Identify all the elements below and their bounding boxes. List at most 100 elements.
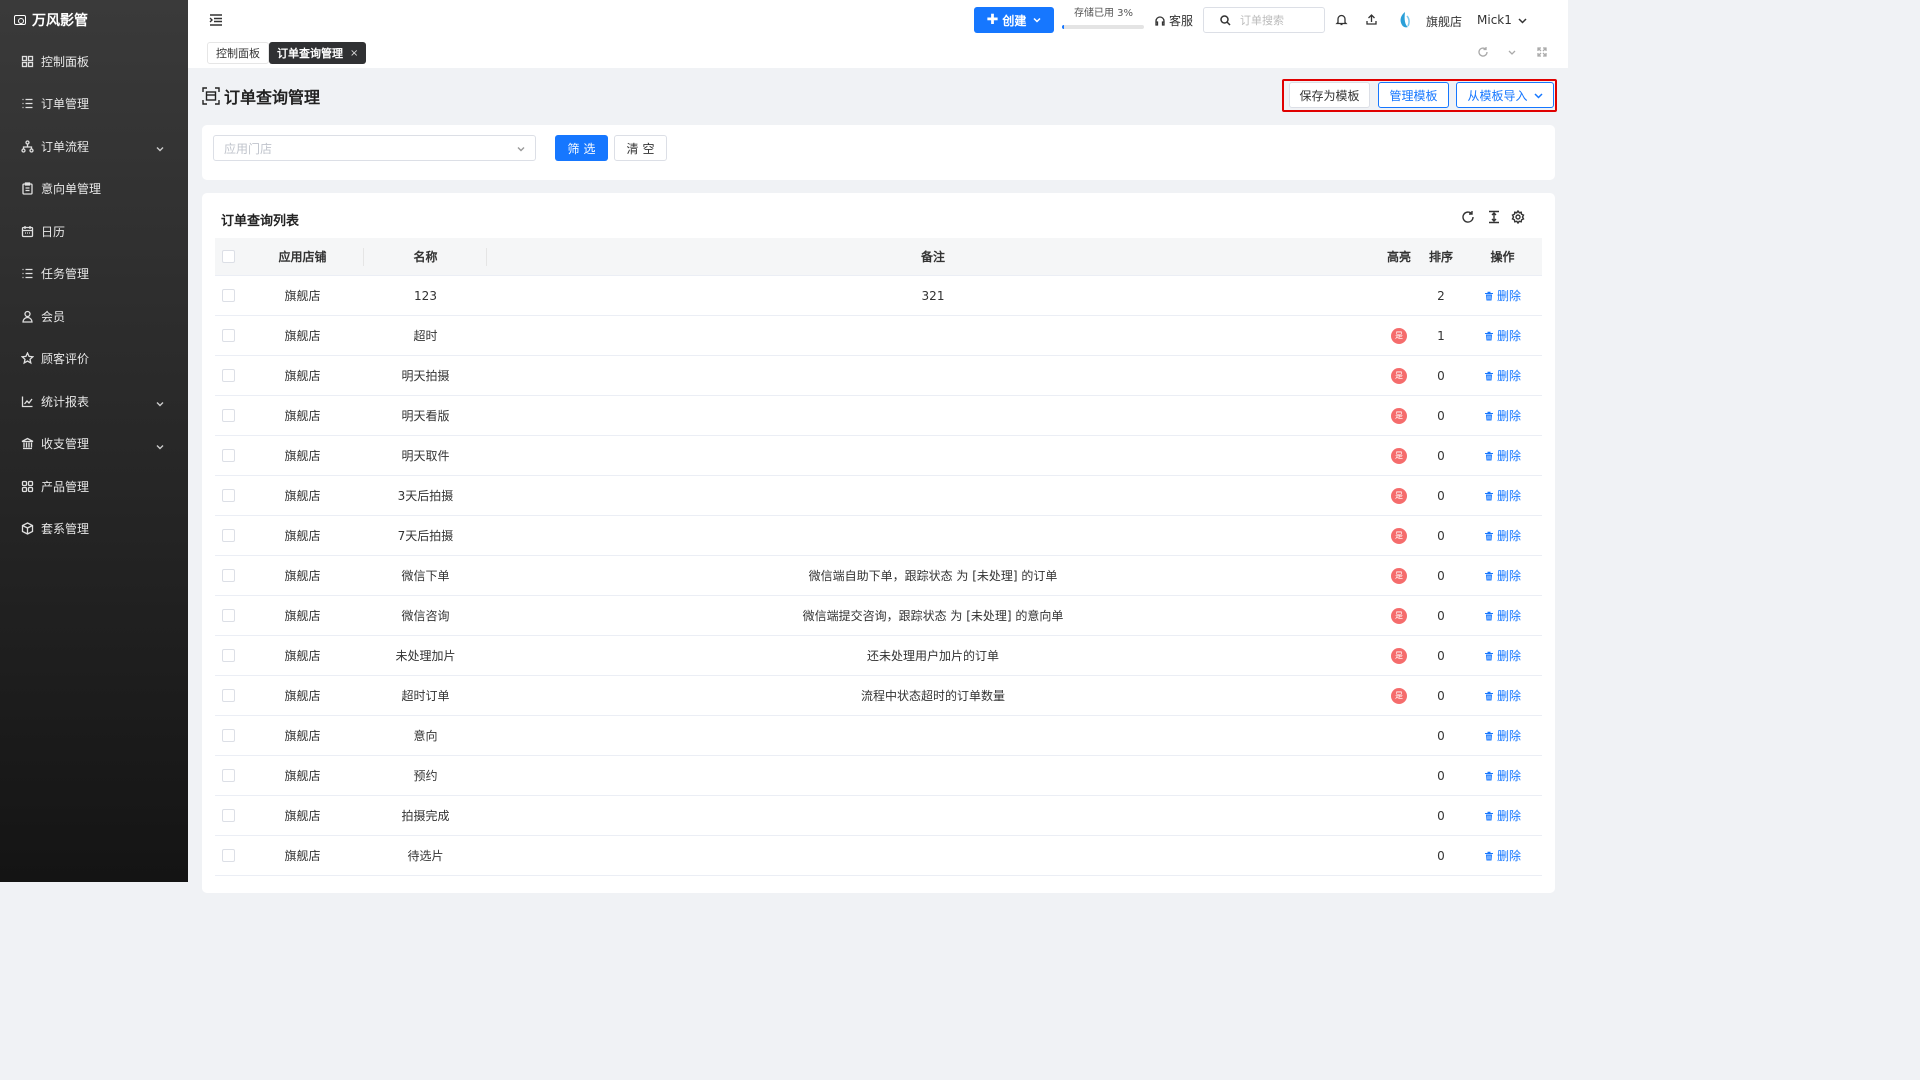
table-row[interactable]: 旗舰店 明天取件 是 0 删除 xyxy=(215,436,1542,476)
row-checkbox[interactable] xyxy=(221,489,235,502)
manage-templates-button[interactable]: 管理模板 xyxy=(1378,82,1449,108)
row-checkbox[interactable] xyxy=(221,569,235,582)
row-checkbox[interactable] xyxy=(221,849,235,862)
highlight-badge: 是 xyxy=(1391,567,1407,584)
table-row[interactable]: 旗舰店 微信下单 微信端自助下单，跟踪状态 为 [未处理] 的订单 是 0 删除 xyxy=(215,556,1542,596)
sort-cell: 0 xyxy=(1437,528,1445,543)
storage-progress-bar xyxy=(1062,25,1144,29)
store-cell: 旗舰店 xyxy=(284,809,321,823)
action-cell: 删除 xyxy=(1463,276,1542,315)
save-as-template-button[interactable]: 保存为模板 xyxy=(1289,82,1370,108)
row-select-cell xyxy=(215,556,241,595)
delete-button[interactable]: 删除 xyxy=(1484,407,1521,424)
order-search-input[interactable] xyxy=(1240,13,1320,27)
row-checkbox[interactable] xyxy=(221,609,235,622)
sidebar-item-9[interactable]: 收支管理 xyxy=(0,423,188,466)
delete-button[interactable]: 删除 xyxy=(1484,767,1521,784)
table-row[interactable]: 旗舰店 未处理加片 还未处理用户加片的订单 是 0 删除 xyxy=(215,636,1542,676)
sidebar-item-6[interactable]: 会员 xyxy=(0,295,188,338)
row-checkbox[interactable] xyxy=(221,689,235,702)
row-checkbox[interactable] xyxy=(221,529,235,542)
delete-button[interactable]: 删除 xyxy=(1484,447,1521,464)
delete-button[interactable]: 删除 xyxy=(1484,487,1521,504)
import-from-template-button[interactable]: 从模板导入 xyxy=(1456,82,1554,108)
current-store-name[interactable]: 旗舰店 xyxy=(1426,13,1462,30)
refresh-icon[interactable] xyxy=(1461,210,1475,224)
menu-collapse-icon[interactable] xyxy=(209,13,223,27)
table-row[interactable]: 旗舰店 超时订单 流程中状态超时的订单数量 是 0 删除 xyxy=(215,676,1542,716)
row-select-cell xyxy=(215,636,241,675)
order-search[interactable] xyxy=(1203,7,1325,33)
sidebar-item-label: 统计报表 xyxy=(41,394,90,409)
delete-button[interactable]: 删除 xyxy=(1484,567,1521,584)
upload-icon[interactable] xyxy=(1365,13,1378,26)
store-select-placeholder: 应用门店 xyxy=(224,141,273,156)
sidebar-item-11[interactable]: 套系管理 xyxy=(0,508,188,551)
table-row[interactable]: 旗舰店 超时 是 1 删除 xyxy=(215,316,1542,356)
row-checkbox[interactable] xyxy=(221,409,235,422)
table-row[interactable]: 旗舰店 拍摄完成 0 删除 xyxy=(215,796,1542,836)
action-cell: 删除 xyxy=(1463,316,1542,355)
delete-button[interactable]: 删除 xyxy=(1484,847,1521,864)
delete-button[interactable]: 删除 xyxy=(1484,327,1521,344)
delete-button[interactable]: 删除 xyxy=(1484,687,1521,704)
plus-icon: ✚ xyxy=(986,12,999,28)
customer-service-button[interactable]: 客服 xyxy=(1154,12,1193,29)
storage-progress-fill xyxy=(1062,25,1065,29)
sidebar-item-3[interactable]: 意向单管理 xyxy=(0,168,188,211)
fullscreen-icon[interactable] xyxy=(1536,46,1548,58)
sidebar-item-2[interactable]: 订单流程 xyxy=(0,125,188,168)
close-icon[interactable]: × xyxy=(350,48,358,59)
sidebar-item-1[interactable]: 订单管理 xyxy=(0,83,188,126)
user-menu[interactable]: Mick1 xyxy=(1477,13,1527,27)
table-row[interactable]: 旗舰店 明天看版 是 0 删除 xyxy=(215,396,1542,436)
table-row[interactable]: 旗舰店 微信咨询 微信端提交咨询，跟踪状态 为 [未处理] 的意向单 是 0 删除 xyxy=(215,596,1542,636)
sidebar-item-4[interactable]: 日历 xyxy=(0,210,188,253)
refresh-icon[interactable] xyxy=(1477,46,1489,58)
row-checkbox[interactable] xyxy=(221,289,235,302)
dashboard-icon xyxy=(21,55,34,68)
row-checkbox[interactable] xyxy=(221,809,235,822)
delete-button[interactable]: 删除 xyxy=(1484,647,1521,664)
table-row[interactable]: 旗舰店 预约 0 删除 xyxy=(215,756,1542,796)
table-row[interactable]: 旗舰店 明天拍摄 是 0 删除 xyxy=(215,356,1542,396)
row-checkbox[interactable] xyxy=(221,329,235,342)
sidebar-item-8[interactable]: 统计报表 xyxy=(0,380,188,423)
settings-icon[interactable] xyxy=(1511,209,1525,225)
clear-button[interactable]: 清空 xyxy=(614,135,667,161)
table-row[interactable]: 旗舰店 3天后拍摄 是 0 删除 xyxy=(215,476,1542,516)
tabs-bar: 控制面板 订单查询管理 × xyxy=(188,40,1568,68)
highlight-badge: 是 xyxy=(1391,607,1407,624)
table-row[interactable]: 旗舰店 7天后拍摄 是 0 删除 xyxy=(215,516,1542,556)
delete-button[interactable]: 删除 xyxy=(1484,607,1521,624)
select-all-checkbox[interactable] xyxy=(221,250,235,263)
delete-button[interactable]: 删除 xyxy=(1484,807,1521,824)
row-checkbox[interactable] xyxy=(221,729,235,742)
delete-button[interactable]: 删除 xyxy=(1484,367,1521,384)
tab-order-query-management[interactable]: 订单查询管理 × xyxy=(269,42,367,64)
bell-icon[interactable] xyxy=(1335,13,1348,26)
row-checkbox[interactable] xyxy=(221,369,235,382)
row-checkbox[interactable] xyxy=(221,449,235,462)
row-checkbox[interactable] xyxy=(221,649,235,662)
table-row[interactable]: 旗舰店 意向 0 删除 xyxy=(215,716,1542,756)
table-row[interactable]: 旗舰店 123 321 2 删除 xyxy=(215,276,1542,316)
chevron-down-icon xyxy=(156,142,164,152)
tab-dashboard[interactable]: 控制面板 xyxy=(207,42,269,64)
store-select[interactable]: 应用门店 xyxy=(213,135,536,161)
sidebar-item-0[interactable]: 控制面板 xyxy=(0,40,188,83)
create-button[interactable]: ✚ 创建 xyxy=(974,7,1054,33)
table-row[interactable]: 旗舰店 待选片 0 删除 xyxy=(215,836,1542,876)
chevron-down-icon[interactable] xyxy=(1506,46,1518,58)
sidebar-item-7[interactable]: 顾客评价 xyxy=(0,338,188,381)
name-cell: 待选片 xyxy=(407,849,444,863)
delete-button[interactable]: 删除 xyxy=(1484,527,1521,544)
delete-button[interactable]: 删除 xyxy=(1484,727,1521,744)
row-checkbox[interactable] xyxy=(221,769,235,782)
delete-button[interactable]: 删除 xyxy=(1484,287,1521,304)
app-brand[interactable]: 万风影管 xyxy=(0,0,188,40)
filter-button[interactable]: 筛选 xyxy=(555,135,608,161)
sidebar-item-5[interactable]: 任务管理 xyxy=(0,253,188,296)
sidebar-item-10[interactable]: 产品管理 xyxy=(0,465,188,508)
column-height-icon[interactable] xyxy=(1487,210,1501,224)
